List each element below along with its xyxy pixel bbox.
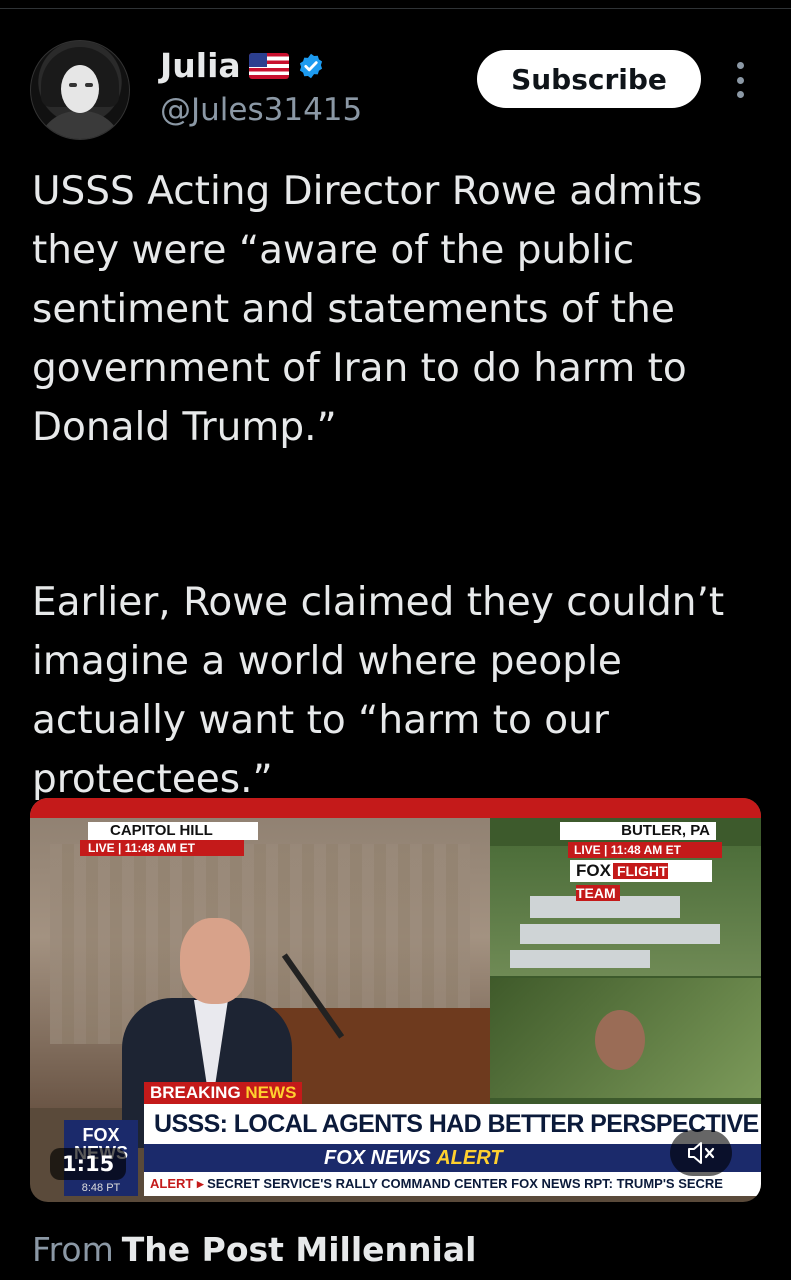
tweet-paragraph-1: USSS Acting Director Rowe admits they we… [32, 169, 703, 450]
news-ticker: ALERT ▸ SECRET SERVICE'S RALLY COMMAND C… [144, 1172, 761, 1196]
breaking-news-label: BREAKING NEWS [144, 1082, 303, 1104]
tweet-paragraph-2: Earlier, Rowe claimed they couldn’t imag… [32, 580, 725, 802]
fox-news-alert-bar: FOX NEWS ALERT [144, 1144, 761, 1172]
subscribe-button[interactable]: Subscribe [477, 50, 701, 108]
right-live-tag: LIVE | 11:48 AM ET [568, 842, 722, 858]
left-location-tag: CAPITOL HILL [88, 822, 258, 840]
verified-badge-icon[interactable] [297, 52, 325, 80]
video-duration: 1:15 [50, 1148, 127, 1180]
video-headline: USSS: LOCAL AGENTS HAD BETTER PERSPECTIV… [144, 1104, 761, 1144]
more-vertical-icon[interactable] [732, 62, 748, 98]
fox-time: 8:48 PT [64, 1180, 138, 1196]
avatar[interactable] [30, 40, 130, 140]
flight-team-tag: FOX FLIGHT TEAM [570, 860, 712, 901]
left-live-tag: LIVE | 11:48 AM ET [80, 840, 244, 856]
muted-speaker-icon[interactable] [670, 1130, 732, 1176]
us-flag-icon [248, 52, 289, 79]
right-location-tag: BUTLER, PA [560, 822, 716, 840]
author-name[interactable]: Julia [160, 46, 241, 85]
source-prefix: From [32, 1230, 114, 1269]
source-attribution: From The Post Millennial [32, 1230, 476, 1269]
source-link[interactable]: The Post Millennial [122, 1230, 477, 1269]
top-divider [0, 0, 791, 9]
author-handle[interactable]: @Jules31415 [160, 92, 362, 128]
author-name-row: Julia [160, 46, 325, 85]
video-player[interactable]: CAPITOL HILL LIVE | 11:48 AM ET BUTLER, … [30, 798, 761, 1202]
